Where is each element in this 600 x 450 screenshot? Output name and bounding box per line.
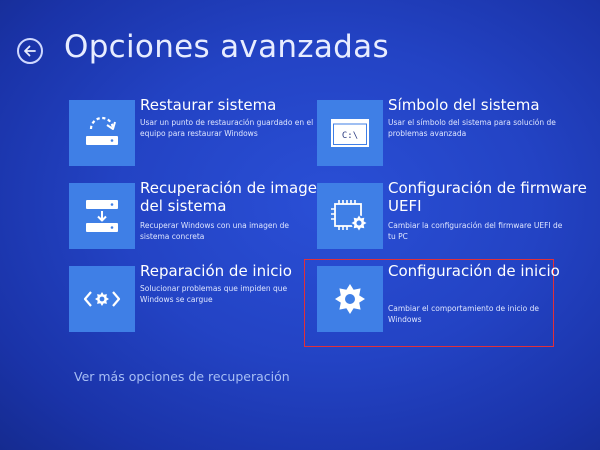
system-image-icon xyxy=(69,183,135,249)
command-prompt-icon: C:\ xyxy=(317,100,383,166)
more-recovery-options-link[interactable]: Ver más opciones de recuperación xyxy=(74,369,290,384)
tile-description: Recuperar Windows con una imagen de sist… xyxy=(140,221,289,241)
tile-title: Configuración de firmware UEFI xyxy=(388,179,587,215)
tile-configuracion-de-inicio[interactable]: Configuración de inicio Cambiar el compo… xyxy=(317,262,560,332)
command-prompt-text: C:\ xyxy=(342,131,358,141)
gear-icon xyxy=(317,266,383,332)
restore-icon xyxy=(69,100,135,166)
page-title: Opciones avanzadas xyxy=(64,29,389,65)
tile-description: Cambiar el comportamiento de inicio de W… xyxy=(388,304,540,324)
firmware-chip-gear-icon xyxy=(317,183,383,249)
tile-description: Solucionar problemas que impiden que Win… xyxy=(140,284,288,304)
tile-reparacion-de-inicio[interactable]: Reparación de inicio Solucionar problema… xyxy=(69,262,292,332)
tile-simbolo-del-sistema[interactable]: C:\ Símbolo del sistema Usar el símbolo … xyxy=(317,96,556,166)
tile-title: Restaurar sistema xyxy=(140,96,277,114)
tile-restaurar-sistema[interactable]: Restaurar sistema Usar un punto de resta… xyxy=(69,96,313,166)
back-button[interactable] xyxy=(17,38,43,64)
tile-description: Usar el símbolo del sistema para solució… xyxy=(388,118,556,138)
back-arrow-icon xyxy=(24,45,36,57)
startup-repair-icon xyxy=(69,266,135,332)
tile-recuperacion-imagen[interactable]: Recuperación de imagen del sistema Recup… xyxy=(69,179,326,249)
tile-title: Símbolo del sistema xyxy=(388,96,540,114)
tile-title: Recuperación de imagen del sistema xyxy=(140,179,327,215)
tile-description: Usar un punto de restauración guardado e… xyxy=(140,118,314,138)
tile-firmware-uefi[interactable]: Configuración de firmware UEFI Cambiar l… xyxy=(317,179,587,249)
tile-description: Cambiar la configuración del firmware UE… xyxy=(388,221,563,241)
tile-title: Configuración de inicio xyxy=(388,262,560,280)
